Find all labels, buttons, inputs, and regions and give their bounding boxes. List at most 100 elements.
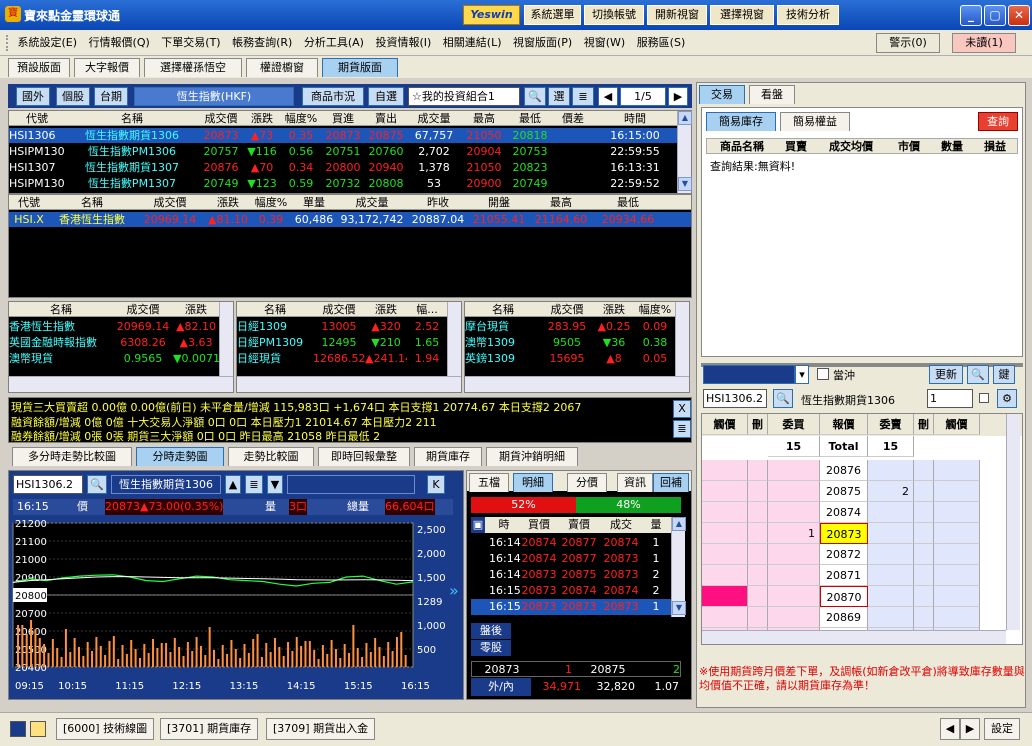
mini-scrollbar[interactable] <box>675 302 689 376</box>
menu-info[interactable]: 投資情報(I) <box>371 30 435 56</box>
price-cell[interactable]: 20870 <box>820 586 868 607</box>
ladder-hscrollbar[interactable] <box>702 630 1006 644</box>
select-window-button[interactable]: 選擇視窗 <box>710 5 774 25</box>
tab-multi-compare[interactable]: 多分時走勢比較圖 <box>12 447 132 466</box>
ladder-scrollbar[interactable] <box>1006 414 1020 630</box>
tab-refill[interactable]: 回補 <box>653 473 689 492</box>
menu-window[interactable]: 視窗(W) <box>580 30 629 56</box>
order-symbol-search-icon[interactable]: 🔍 <box>773 389 793 408</box>
tab-futures[interactable]: 期貨版面 <box>322 58 398 77</box>
ask-order-cell[interactable] <box>868 502 914 523</box>
tab-intraday[interactable]: 分時走勢圖 <box>136 447 224 466</box>
maximize-icon[interactable]: ▢ <box>984 5 1006 26</box>
menu-system-settings[interactable]: 系統設定(E) <box>14 30 82 56</box>
ladder-cell[interactable] <box>748 607 768 628</box>
ask-order-cell[interactable] <box>868 586 914 607</box>
order-search-icon[interactable]: 🔍 <box>967 365 989 384</box>
ladder-cell[interactable] <box>702 565 748 586</box>
tab-warrant[interactable]: 權證櫥窗 <box>246 58 318 77</box>
ladder-cell[interactable] <box>748 565 768 586</box>
chart-search-icon[interactable]: 🔍 <box>87 475 107 494</box>
close-icon[interactable]: ✕ <box>1008 5 1030 26</box>
ask-order-cell[interactable] <box>868 460 914 481</box>
technical-analysis-button[interactable]: 技術分析 <box>777 5 839 25</box>
ladder-cell[interactable] <box>934 481 980 502</box>
ladder-cell[interactable] <box>934 544 980 565</box>
scroll-left-icon[interactable]: ◀ <box>940 718 960 740</box>
account-select[interactable] <box>703 365 795 384</box>
tab-price-dist[interactable]: 分價 <box>567 473 607 492</box>
foreign-button[interactable]: 國外 <box>16 87 50 106</box>
bid-order-cell[interactable]: 1 <box>768 523 820 544</box>
table-row[interactable]: 澳幣現貨 0.9565 ▼0.0071 <box>9 351 233 366</box>
tab-default[interactable]: 預設版面 <box>8 58 70 77</box>
update-button[interactable]: 更新 <box>929 365 963 384</box>
ladder-cell[interactable] <box>702 523 748 544</box>
menu-analysis[interactable]: 分析工具(A) <box>300 30 368 56</box>
scroll-right-icon[interactable]: ▶ <box>960 718 980 740</box>
folder-icon[interactable] <box>30 721 46 737</box>
portfolio-select[interactable]: ☆我的投資組合1 <box>408 87 520 106</box>
order-settings-icon[interactable]: ⚙ <box>997 389 1017 408</box>
tab-detail[interactable]: 明細 <box>513 473 553 492</box>
ask-order-cell[interactable] <box>868 565 914 586</box>
menu-service[interactable]: 服務區(S) <box>633 30 690 56</box>
price-cell[interactable]: 20874 <box>820 502 868 523</box>
table-row[interactable]: HSIPM1306 恆生指數PM1306 20757 ▼116 0.56 20751 207… <box>9 144 691 159</box>
after-hours-label[interactable]: 盤後 <box>471 623 511 639</box>
order-symbol-select[interactable]: HSI1306.2 <box>703 389 767 408</box>
table-row[interactable]: HSIPM1307 恆生指數PM1307 20749 ▼123 0.59 20732 208… <box>9 176 691 191</box>
ladder-cell[interactable] <box>934 565 980 586</box>
query-button[interactable]: 查詢 <box>978 112 1018 131</box>
list-icon[interactable]: ≣ <box>245 475 263 494</box>
tick-row[interactable]: 16:14 20873 20875 20873 2 <box>471 567 671 583</box>
chevron-down-icon[interactable]: ▾ <box>795 365 809 384</box>
tab-watch[interactable]: 看盤 <box>749 85 795 104</box>
order-option-checkbox[interactable] <box>979 393 989 403</box>
menu-quotes[interactable]: 行情報價(Q) <box>85 30 154 56</box>
bid-order-cell[interactable] <box>768 586 820 607</box>
keyboard-icon[interactable]: 鍵 <box>993 365 1015 384</box>
ladder-cell[interactable] <box>934 523 980 544</box>
price-cell[interactable]: 20875 <box>820 481 868 502</box>
tab-simple-inventory[interactable]: 簡易庫存 <box>706 112 776 131</box>
menu-layout[interactable]: 視窗版面(P) <box>509 30 576 56</box>
bid-order-cell[interactable] <box>768 565 820 586</box>
tab-bigquote[interactable]: 大字報價 <box>74 58 140 77</box>
q1-scrollbar[interactable]: ▲ ▼ <box>677 111 692 193</box>
ladder-cell[interactable] <box>934 502 980 523</box>
tick-row[interactable]: 16:15 20873 20874 20874 2 <box>471 583 671 599</box>
list-icon[interactable]: ≣ <box>572 87 594 106</box>
price-cell[interactable]: 20876 <box>820 460 868 481</box>
price-cell[interactable]: 20869 <box>820 607 868 628</box>
odd-lot-label[interactable]: 零股 <box>471 640 511 656</box>
favorite-button[interactable]: 自選 <box>368 87 404 106</box>
ladder-cell[interactable] <box>702 502 748 523</box>
mini-scrollbar[interactable] <box>447 302 461 376</box>
table-row[interactable]: HSI.X 香港恆生指數 20969.14 ▲81.10 0.39 60,486… <box>9 212 691 227</box>
bid-order-cell[interactable] <box>768 460 820 481</box>
table-row[interactable]: 香港恆生指數 20969.14 ▲82.10 <box>9 319 233 334</box>
table-row[interactable]: 摩台現貨 283.95 ▲0.25 0.09 <box>465 319 689 334</box>
shortcut-futures-funds[interactable]: [3709] 期貨出入金 <box>266 718 376 740</box>
tab-reports[interactable]: 即時回報彙整 <box>318 447 410 466</box>
ladder-cell[interactable] <box>914 523 934 544</box>
kline-button[interactable]: K <box>427 475 445 494</box>
ladder-cell[interactable] <box>702 544 748 565</box>
ask-order-cell[interactable]: 2 <box>868 481 914 502</box>
ladder-cell[interactable] <box>934 586 980 607</box>
mini-hscrollbar[interactable] <box>465 376 689 392</box>
order-qty-input[interactable]: 1 <box>927 389 973 408</box>
index-dropdown[interactable]: 恆生指數(HKF) <box>134 87 294 106</box>
ladder-cell[interactable] <box>934 460 980 481</box>
table-row[interactable]: HSI1307 恆生指數期貨1307 20876 ▲70 0.34 20800 20940 1… <box>9 160 691 175</box>
ask-order-cell[interactable] <box>868 523 914 544</box>
tick-row[interactable]: 16:14 20874 20877 20873 1 <box>471 551 671 567</box>
bid-order-cell[interactable] <box>768 502 820 523</box>
ladder-cell[interactable] <box>702 481 748 502</box>
tw-futures-button[interactable]: 台期 <box>94 87 128 106</box>
tab-trade[interactable]: 交易 <box>699 85 745 104</box>
market-button[interactable]: 商品市況 <box>302 87 364 106</box>
ladder-cell[interactable] <box>914 565 934 586</box>
ladder-cell[interactable] <box>914 460 934 481</box>
